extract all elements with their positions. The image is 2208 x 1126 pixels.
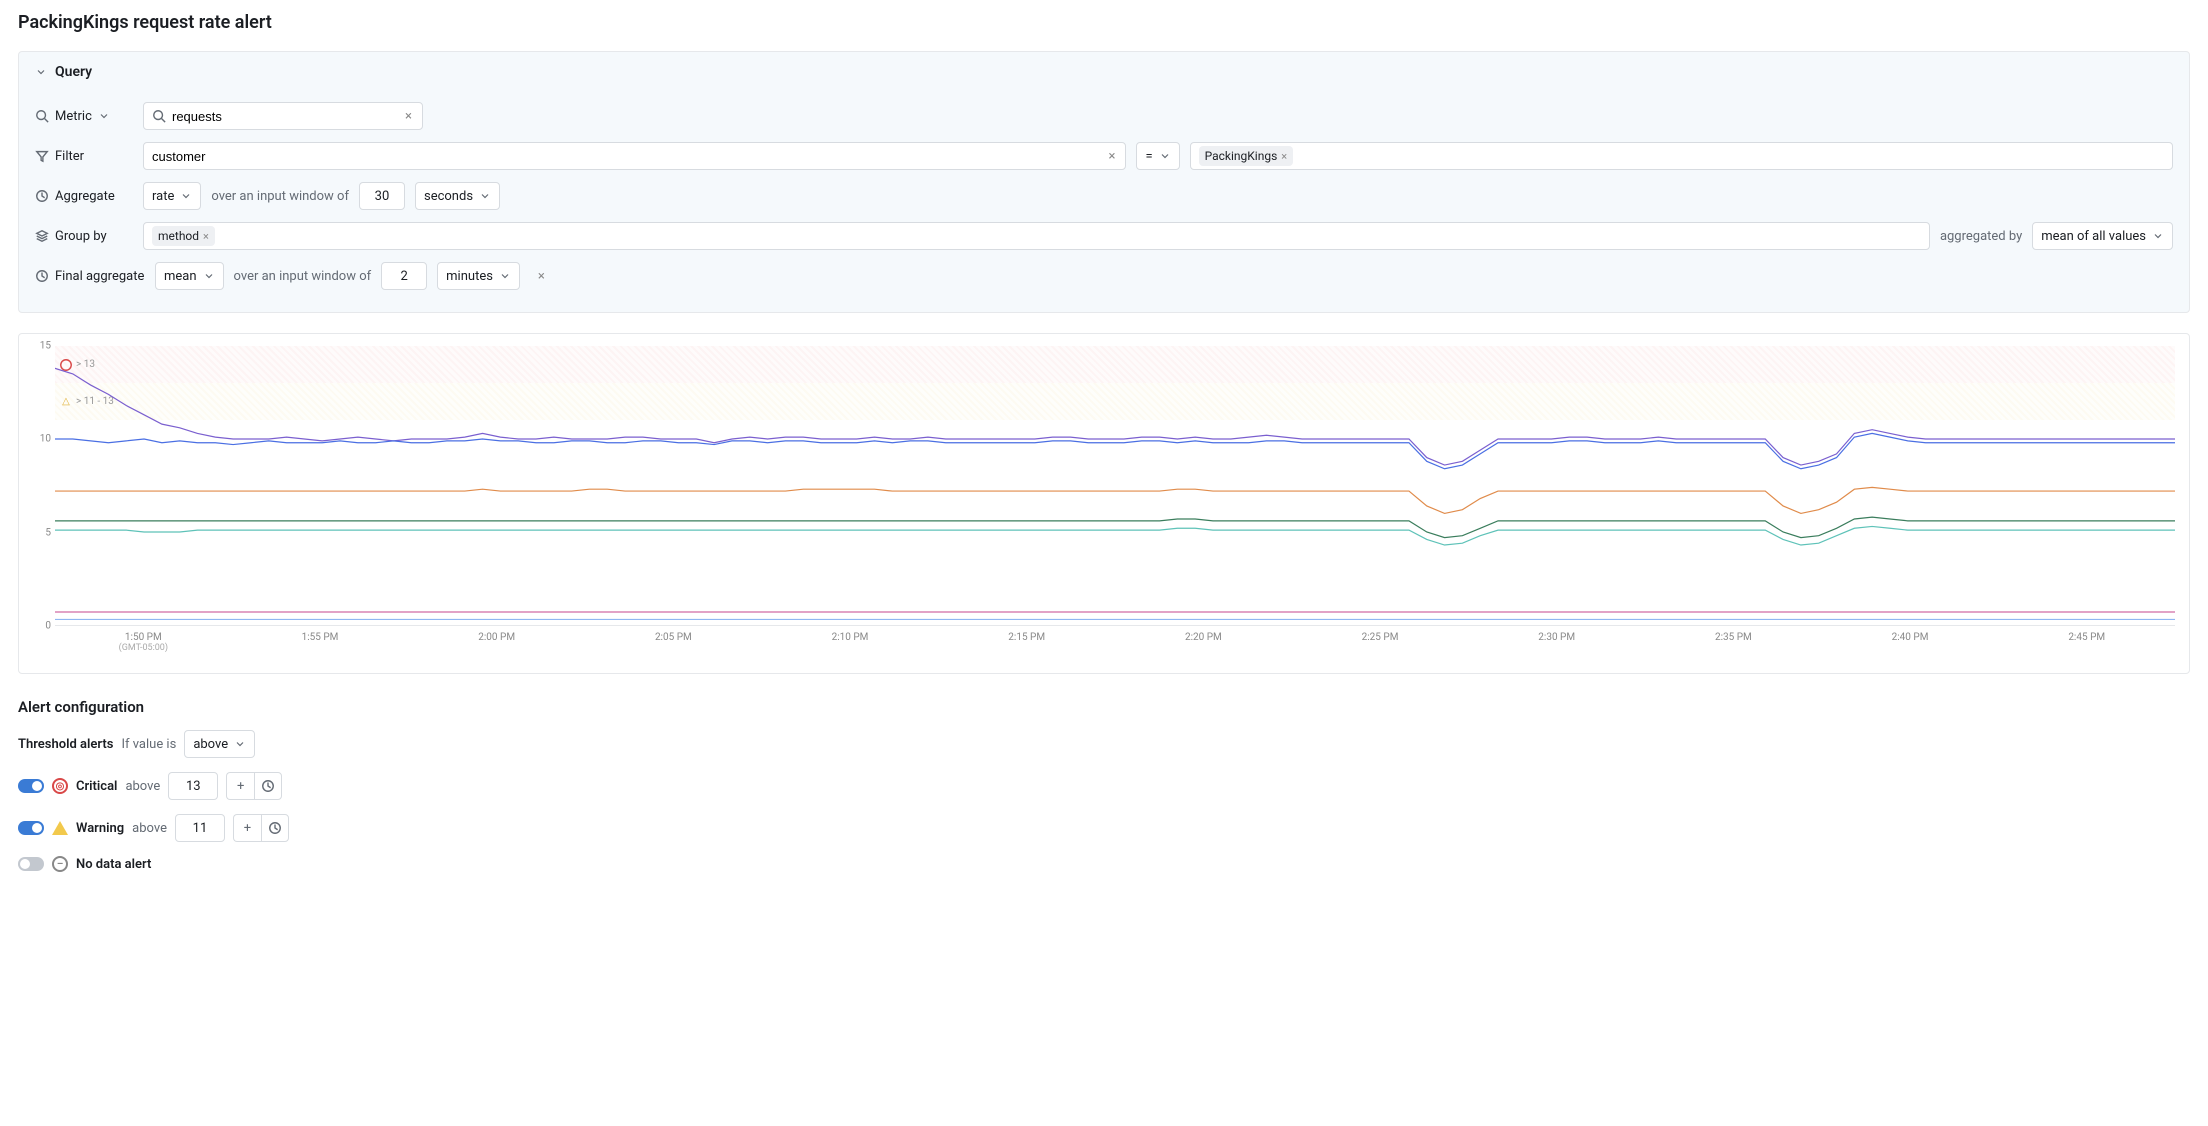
warning-icon xyxy=(52,821,68,835)
query-panel: Query Metric × Filter xyxy=(18,51,2190,313)
chevron-down-icon xyxy=(499,270,511,282)
final-aggregate-window-text: over an input window of xyxy=(234,269,372,284)
final-aggregate-window-unit: minutes xyxy=(446,269,493,284)
final-aggregate-label: Final aggregate xyxy=(55,269,144,284)
aggregate-window-unit-select[interactable]: seconds xyxy=(415,182,500,210)
warning-toggle[interactable] xyxy=(18,821,44,835)
layers-icon xyxy=(35,229,49,243)
for-duration-button[interactable] xyxy=(261,814,289,842)
direction-select[interactable]: above xyxy=(184,730,255,758)
chart-lines xyxy=(55,346,2175,625)
final-aggregate-window-value[interactable]: 2 xyxy=(381,262,427,290)
query-panel-title: Query xyxy=(55,64,92,80)
remove-tag-icon[interactable]: × xyxy=(203,230,209,243)
aggregate-fn-select[interactable]: rate xyxy=(143,182,201,210)
groupby-row: Group by method × aggregated by mean of … xyxy=(35,218,2173,254)
chart-x-axis: 1:50 PM(GMT-05:00)1:55 PM2:00 PM2:05 PM2… xyxy=(55,632,2175,653)
nodata-label: No data alert xyxy=(76,857,151,872)
critical-label: Critical xyxy=(76,779,117,794)
aggregate-window-unit: seconds xyxy=(424,189,473,204)
chevron-down-icon xyxy=(203,270,215,282)
threshold-alerts-label: Threshold alerts xyxy=(18,737,113,752)
chart: 051015 > 13 △ > 11 - 13 1:50 PM(GMT-05: xyxy=(18,333,2190,674)
filter-operator: = xyxy=(1145,149,1152,164)
aggregate-row: Aggregate rate over an input window of 3… xyxy=(35,178,2173,214)
warning-value-input[interactable]: 11 xyxy=(175,814,225,842)
chevron-down-icon xyxy=(479,190,491,202)
groupby-label: Group by xyxy=(55,229,107,244)
aggregate-window-value[interactable]: 30 xyxy=(359,182,405,210)
chevron-down-icon xyxy=(1159,150,1171,162)
query-panel-header[interactable]: Query xyxy=(19,52,2189,92)
clear-icon[interactable]: × xyxy=(1106,149,1117,164)
warning-label: Warning xyxy=(76,821,124,836)
aggregated-by-value: mean of all values xyxy=(2041,229,2146,244)
filter-value-input[interactable]: PackingKings × xyxy=(1190,142,2173,170)
remove-final-aggregate-icon[interactable]: × xyxy=(536,269,547,284)
clock-icon xyxy=(35,269,49,283)
threshold-alerts-row: Threshold alerts If value is above xyxy=(18,730,2190,758)
aggregated-by-select[interactable]: mean of all values xyxy=(2032,222,2173,250)
clock-icon xyxy=(35,189,49,203)
critical-icon: ◎ xyxy=(52,778,68,794)
clock-icon xyxy=(268,821,282,835)
direction-value: above xyxy=(193,737,228,752)
warning-cond: above xyxy=(132,821,167,836)
critical-value-input[interactable]: 13 xyxy=(168,772,218,800)
aggregate-label: Aggregate xyxy=(55,189,115,204)
chevron-down-icon xyxy=(2152,230,2164,242)
filter-row: Filter × = PackingKings × xyxy=(35,138,2173,174)
for-duration-button[interactable] xyxy=(254,772,282,800)
chart-plot: > 13 △ > 11 - 13 xyxy=(55,346,2175,626)
critical-cond: above xyxy=(125,779,160,794)
aggregate-fn: rate xyxy=(152,189,174,204)
nodata-icon: – xyxy=(52,856,68,872)
search-icon xyxy=(152,109,166,123)
aggregated-by-text: aggregated by xyxy=(1940,229,2022,244)
groupby-tag-text: method xyxy=(158,229,199,243)
warning-alert-row: Warning above 11 + xyxy=(18,814,2190,842)
nodata-alert-row: – No data alert xyxy=(18,856,2190,872)
filter-field-input[interactable]: × xyxy=(143,142,1126,170)
filter-label: Filter xyxy=(55,149,84,164)
clock-icon xyxy=(261,779,275,793)
aggregate-window-text: over an input window of xyxy=(211,189,349,204)
remove-tag-icon[interactable]: × xyxy=(1281,150,1287,163)
filter-value-tag-text: PackingKings xyxy=(1205,149,1278,163)
metric-input[interactable]: × xyxy=(143,102,423,130)
final-aggregate-fn: mean xyxy=(164,269,197,284)
critical-toggle[interactable] xyxy=(18,779,44,793)
filter-value-tag[interactable]: PackingKings × xyxy=(1199,146,1294,166)
filter-icon xyxy=(35,149,49,163)
groupby-input[interactable]: method × xyxy=(143,222,1930,250)
final-aggregate-fn-select[interactable]: mean xyxy=(155,262,224,290)
add-condition-button[interactable]: + xyxy=(233,814,261,842)
chevron-down-icon[interactable] xyxy=(98,110,110,122)
metric-label: Metric xyxy=(55,109,92,124)
metric-input-field[interactable] xyxy=(172,109,397,124)
alert-config-title: Alert configuration xyxy=(18,698,2190,716)
alert-configuration-section: Alert configuration Threshold alerts If … xyxy=(18,698,2190,872)
nodata-toggle[interactable] xyxy=(18,857,44,871)
filter-operator-select[interactable]: = xyxy=(1136,142,1179,170)
chevron-down-icon xyxy=(234,738,246,750)
critical-alert-row: ◎ Critical above 13 + xyxy=(18,772,2190,800)
filter-field[interactable] xyxy=(152,149,1100,164)
chevron-down-icon xyxy=(35,66,47,78)
final-aggregate-window-unit-select[interactable]: minutes xyxy=(437,262,520,290)
if-value-is-text: If value is xyxy=(121,737,176,752)
search-icon xyxy=(35,109,49,123)
chevron-down-icon xyxy=(180,190,192,202)
clear-icon[interactable]: × xyxy=(403,109,414,124)
chart-y-axis: 051015 xyxy=(33,346,55,626)
groupby-tag[interactable]: method × xyxy=(152,226,215,246)
page-title: PackingKings request rate alert xyxy=(18,12,2190,33)
metric-row: Metric × xyxy=(35,98,2173,134)
add-condition-button[interactable]: + xyxy=(226,772,254,800)
final-aggregate-row: Final aggregate mean over an input windo… xyxy=(35,258,2173,294)
